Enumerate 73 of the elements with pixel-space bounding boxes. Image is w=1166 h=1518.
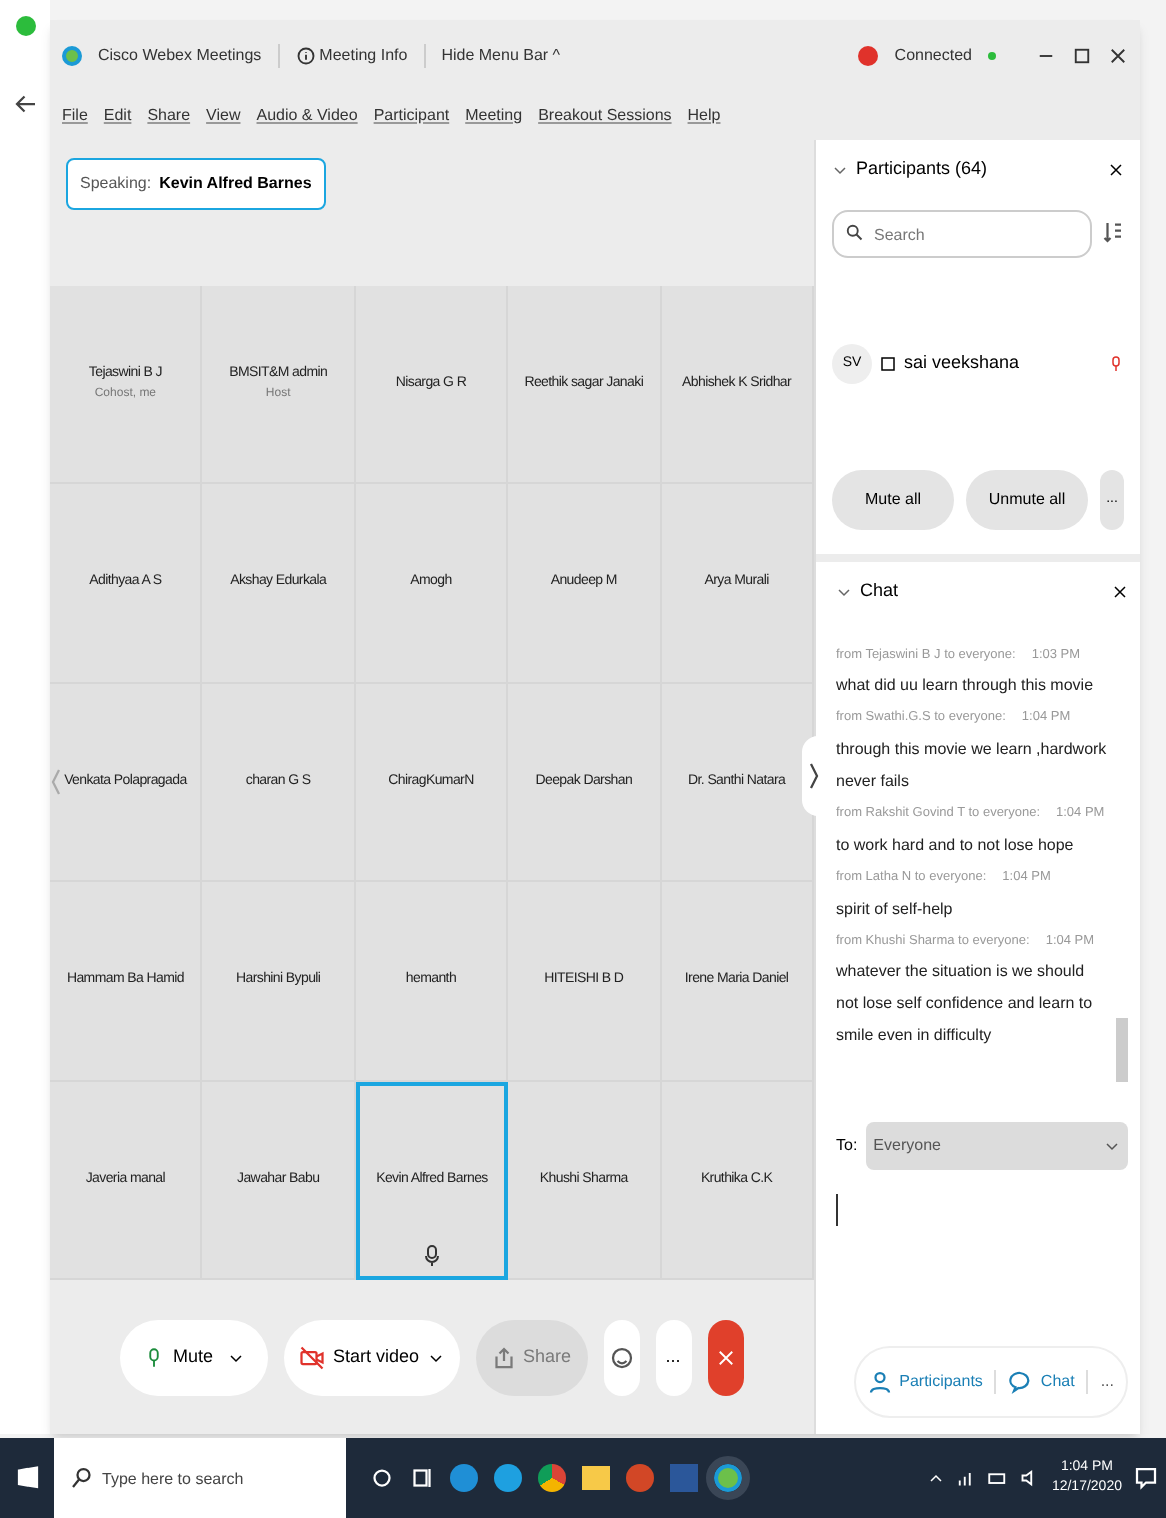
search-icon — [70, 1466, 94, 1490]
panel-title: Participants (64) — [856, 156, 988, 182]
microphone-icon — [144, 1345, 165, 1369]
chat-button[interactable]: Chat — [994, 1370, 1087, 1394]
panel-title: Chat — [860, 578, 899, 604]
menu-item[interactable]: Share — [147, 103, 191, 127]
chat-message: to work hard and to not lose hope — [836, 833, 1076, 858]
skype-icon[interactable] — [494, 1464, 522, 1492]
menu-item[interactable]: View — [206, 103, 241, 127]
chrome-icon[interactable] — [538, 1464, 566, 1492]
search-field[interactable]: Search — [832, 210, 1092, 258]
caret-up-icon — [927, 1470, 944, 1486]
caret-icon — [427, 1349, 443, 1365]
close-icon — [1112, 583, 1128, 600]
browser-icon[interactable] — [450, 1464, 478, 1492]
chat-message: whatever the situation is we should not lose self confidence and learn to smile even in difficulty — [836, 960, 1095, 1049]
taskbar-search-field[interactable]: Type here to search — [54, 1438, 346, 1518]
close-icon — [715, 1347, 736, 1367]
menu-item[interactable]: Audio & Video — [256, 103, 358, 127]
participant-name[interactable]: sai veekshana — [904, 350, 1100, 378]
share-icon — [491, 1345, 515, 1369]
chat-message: spirit of self-help — [836, 897, 955, 922]
menu-item[interactable]: File — [62, 103, 88, 127]
chat-bubble-icon — [1008, 1370, 1033, 1394]
menu-item[interactable]: Breakout Sessions — [538, 103, 672, 127]
speaking-label: Speaking: — [80, 172, 152, 196]
search-icon — [844, 221, 864, 241]
caret-icon — [228, 1349, 245, 1365]
participants-button[interactable]: Participants — [855, 1370, 995, 1394]
to-label: To: — [836, 1133, 858, 1157]
windows-logo-icon — [15, 1466, 39, 1490]
maximize-icon — [1072, 45, 1092, 65]
hide-menu-bar-button[interactable]: Hide Menu Bar ^ — [423, 43, 561, 67]
chat-message: through this movie we learn ,hardwork never fails — [836, 738, 1108, 794]
task-view-icon — [410, 1466, 434, 1490]
cortana-icon — [370, 1466, 394, 1490]
device-icon — [880, 356, 896, 372]
powerpoint-icon[interactable] — [626, 1464, 654, 1492]
app-status-icon — [15, 16, 35, 36]
meeting-info-button[interactable]: Meeting Info — [277, 43, 408, 67]
webex-logo-icon — [62, 45, 82, 65]
collapse-icon — [832, 161, 848, 178]
collapse-icon — [836, 583, 852, 600]
more-button[interactable]: ... — [655, 1319, 692, 1395]
sort-icon — [1100, 220, 1124, 245]
smiley-icon — [609, 1345, 634, 1369]
person-icon — [867, 1370, 892, 1394]
mute-all-button[interactable]: Mute all — [832, 470, 954, 530]
menu-item[interactable]: Meeting — [465, 103, 523, 127]
menu-item[interactable]: Edit — [103, 103, 132, 127]
close-icon — [1108, 45, 1128, 65]
unmute-all-button[interactable]: Unmute all — [966, 470, 1088, 530]
recipient-dropdown[interactable]: Everyone — [865, 1121, 1128, 1169]
menu-item[interactable]: Help — [687, 103, 721, 127]
chat-message: what did uu learn through this movie — [836, 674, 1096, 699]
caret-icon — [1104, 1137, 1120, 1153]
close-icon — [1108, 161, 1124, 178]
network-icon — [955, 1468, 976, 1488]
back-arrow-icon — [13, 92, 37, 116]
app-title: Cisco Webex Meetings — [98, 43, 262, 67]
start-video-button[interactable]: Start video — [284, 1319, 459, 1395]
leave-meeting-button[interactable] — [707, 1319, 744, 1395]
reactions-button[interactable] — [603, 1319, 640, 1395]
more-button[interactable]: ... — [1086, 1370, 1126, 1394]
mute-button[interactable]: Mute — [120, 1319, 269, 1395]
notification-icon — [1134, 1466, 1158, 1490]
menu-item[interactable]: Participant — [373, 103, 450, 127]
speaker-name: Kevin Alfred Barnes — [159, 172, 312, 196]
info-icon — [295, 45, 316, 65]
video-off-icon — [300, 1345, 325, 1369]
battery-icon — [987, 1468, 1008, 1488]
recording-icon — [858, 45, 879, 65]
connection-status: Connected — [894, 43, 972, 67]
